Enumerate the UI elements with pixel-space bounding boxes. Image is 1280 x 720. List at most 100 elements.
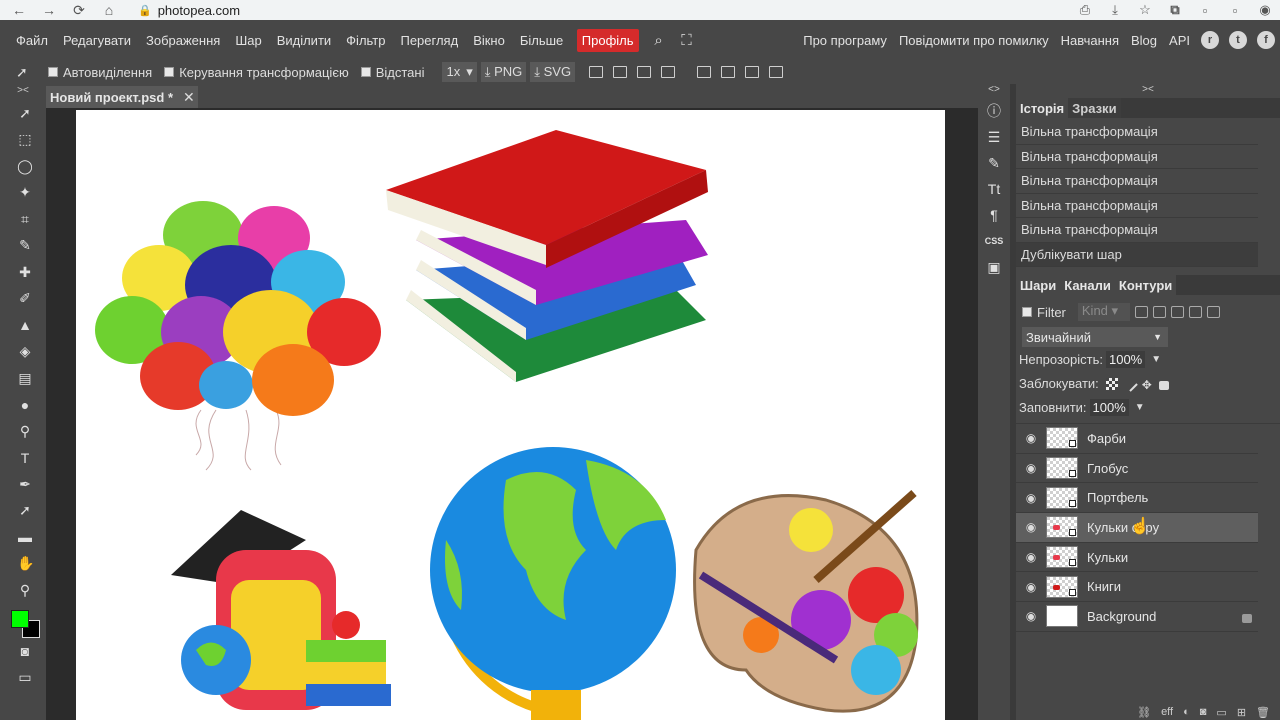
- align-center-icon[interactable]: [613, 66, 628, 78]
- download-icon[interactable]: ⤓: [1100, 2, 1130, 18]
- image-icon[interactable]: ▣: [978, 254, 1010, 280]
- layer-row[interactable]: ◉ Кульки: [1016, 543, 1258, 573]
- blend-mode-select[interactable]: Звичайний ▼: [1022, 327, 1168, 347]
- menu-report-bug[interactable]: Повідомити про помилку: [893, 33, 1055, 48]
- distribute-v-icon[interactable]: [769, 66, 784, 78]
- gradient-tool[interactable]: ▤: [0, 365, 46, 392]
- paragraph-icon[interactable]: ¶: [978, 202, 1010, 228]
- menu-layer[interactable]: Шар: [228, 33, 269, 48]
- expand-icon[interactable]: <>: [978, 84, 1010, 98]
- url-bar[interactable]: photopea.com: [158, 3, 240, 18]
- eyedropper-tool[interactable]: ✎: [0, 233, 46, 260]
- tab-swatches[interactable]: Зразки: [1068, 98, 1121, 118]
- document-tab[interactable]: Новий проект.psd * ✕: [46, 86, 198, 108]
- menu-view[interactable]: Перегляд: [393, 33, 466, 48]
- distribute-h-icon[interactable]: [661, 66, 676, 78]
- mask-icon[interactable]: ◙: [1200, 706, 1207, 718]
- tab-channels[interactable]: Канали: [1060, 275, 1115, 295]
- eye-icon[interactable]: ◉: [1016, 461, 1046, 475]
- menu-edit[interactable]: Редагувати: [55, 33, 138, 48]
- history-item[interactable]: Дублікувати шар: [1016, 242, 1258, 267]
- eye-icon[interactable]: ◉: [1016, 491, 1046, 505]
- share-icon[interactable]: ⎙: [1070, 2, 1100, 18]
- align-middle-icon[interactable]: [721, 66, 736, 78]
- brush-settings-icon[interactable]: ✎: [978, 150, 1010, 176]
- healing-tool[interactable]: ✚: [0, 259, 46, 286]
- twitter-icon[interactable]: t: [1224, 30, 1252, 50]
- adjustments-icon[interactable]: ☰: [978, 124, 1010, 150]
- css-icon[interactable]: CSS: [978, 228, 1010, 254]
- blur-tool[interactable]: ●: [0, 392, 46, 419]
- layer-row[interactable]: ◉ Глобус: [1016, 454, 1258, 484]
- opacity-input[interactable]: 100%: [1105, 351, 1146, 368]
- screen-mode-button[interactable]: ▭: [0, 664, 46, 691]
- dodge-tool[interactable]: ⚲: [0, 418, 46, 445]
- profile-icon[interactable]: ◉: [1250, 2, 1280, 18]
- collapse-icon[interactable]: ><: [0, 84, 46, 100]
- reload-icon[interactable]: ⟳: [68, 2, 90, 19]
- eye-icon[interactable]: ◉: [1016, 580, 1046, 594]
- extension-icon[interactable]: ▫: [1220, 3, 1250, 18]
- lasso-tool[interactable]: ◯: [0, 153, 46, 180]
- tab-history[interactable]: Історія: [1016, 98, 1069, 118]
- filter-smart-icon[interactable]: [1206, 306, 1220, 318]
- pdf-icon[interactable]: ⧉: [1160, 2, 1190, 18]
- marquee-tool[interactable]: ⬚: [0, 127, 46, 154]
- move-tool-icon[interactable]: ➚: [16, 64, 36, 81]
- layer-row[interactable]: ◉ Книги: [1016, 572, 1258, 603]
- star-icon[interactable]: ☆: [1130, 2, 1160, 18]
- filter-text-icon[interactable]: [1170, 306, 1184, 318]
- transform-controls-checkbox[interactable]: Керування трансформацією: [164, 65, 349, 80]
- fill-input[interactable]: 100%: [1089, 399, 1129, 416]
- folder-icon[interactable]: ▭: [1216, 706, 1226, 719]
- info-icon[interactable]: ⓘ: [978, 98, 1010, 124]
- eye-icon[interactable]: ◉: [1016, 431, 1046, 445]
- checkbox-icon[interactable]: [164, 67, 175, 77]
- export-svg-button[interactable]: ⤓ SVG: [530, 62, 576, 82]
- type-tool[interactable]: T: [0, 445, 46, 472]
- lock-position-icon[interactable]: ✥: [1142, 378, 1152, 392]
- zoom-tool[interactable]: ⚲: [0, 577, 46, 604]
- quick-mask-button[interactable]: ◙: [0, 638, 46, 665]
- zoom-select[interactable]: 1x ▾: [442, 62, 477, 82]
- history-item[interactable]: Вільна трансформація: [1016, 218, 1258, 243]
- layer-row[interactable]: ◉ Фарби: [1016, 424, 1258, 454]
- fullscreen-icon[interactable]: ⛶: [673, 32, 701, 49]
- foreground-color-swatch[interactable]: [11, 609, 29, 628]
- filter-image-icon[interactable]: [1134, 306, 1148, 318]
- lock-all-icon[interactable]: [1158, 380, 1169, 390]
- search-icon[interactable]: ⌕: [645, 32, 673, 49]
- home-icon[interactable]: ⌂: [98, 2, 120, 18]
- filter-adjustment-icon[interactable]: [1152, 306, 1166, 318]
- checkbox-icon[interactable]: [48, 67, 58, 77]
- menu-filter[interactable]: Фільтр: [339, 33, 393, 48]
- tab-paths[interactable]: Контури: [1114, 275, 1177, 295]
- history-item[interactable]: Вільна трансформація: [1016, 169, 1258, 194]
- close-icon[interactable]: ✕: [183, 89, 195, 106]
- menu-image[interactable]: Зображення: [139, 33, 228, 48]
- menu-more[interactable]: Більше: [512, 33, 570, 48]
- stamp-tool[interactable]: ▲: [0, 312, 46, 339]
- crop-tool[interactable]: ⌗: [0, 206, 46, 233]
- menu-blog[interactable]: Blog: [1125, 33, 1163, 48]
- chevron-down-icon[interactable]: ▼: [1135, 402, 1145, 413]
- align-bottom-icon[interactable]: [745, 66, 760, 78]
- facebook-icon[interactable]: f: [1252, 30, 1280, 50]
- trash-icon[interactable]: 🗑: [1256, 706, 1270, 719]
- character-icon[interactable]: Tt: [978, 176, 1010, 202]
- kind-select[interactable]: Kind ▾: [1077, 303, 1130, 321]
- chevron-down-icon[interactable]: ▼: [1151, 354, 1161, 365]
- tab-layers[interactable]: Шари: [1016, 275, 1061, 295]
- auto-select-checkbox[interactable]: Автовиділення: [48, 65, 152, 80]
- export-png-button[interactable]: ⤓ PNG: [480, 62, 527, 82]
- eye-icon[interactable]: ◉: [1016, 550, 1046, 564]
- filter-shape-icon[interactable]: [1188, 306, 1202, 318]
- align-left-icon[interactable]: [589, 66, 604, 78]
- canvas[interactable]: [76, 110, 945, 720]
- eye-icon[interactable]: ◉: [1016, 520, 1046, 534]
- menu-api[interactable]: API: [1163, 33, 1196, 48]
- eye-icon[interactable]: ◉: [1016, 609, 1046, 623]
- hand-tool[interactable]: ✋: [0, 551, 46, 578]
- menu-select[interactable]: Виділити: [269, 33, 338, 48]
- collapse-icon[interactable]: ><: [1016, 84, 1280, 98]
